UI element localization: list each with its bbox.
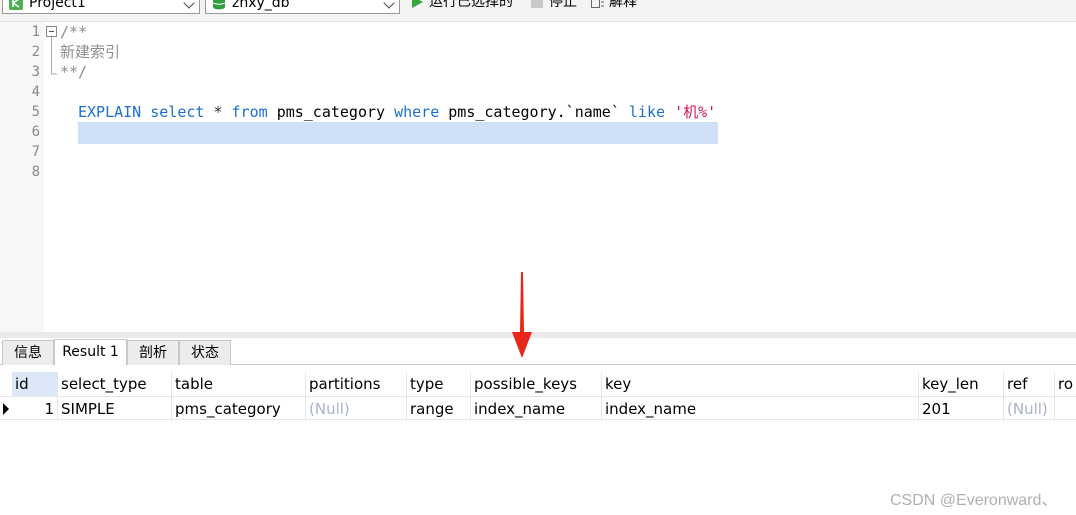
current-row-indicator-icon xyxy=(3,403,9,415)
keyword-like: like xyxy=(628,103,666,121)
stop-icon xyxy=(531,0,543,8)
cell-id[interactable]: 1 xyxy=(12,397,57,421)
column-header[interactable]: possible_keys xyxy=(470,372,601,396)
column-header[interactable]: table xyxy=(171,372,305,396)
cell-ref[interactable]: (Null) xyxy=(1003,397,1054,421)
play-icon xyxy=(412,0,423,8)
sql-editor[interactable]: 1 2 3 4 5 6 7 8 /** 新建索引 **/ EXPLAIN sel… xyxy=(0,22,1076,332)
comment-close: **/ xyxy=(60,63,88,81)
line-number: 4 xyxy=(31,84,40,100)
result-tabs: 信息 Result 1 剖析 状态 xyxy=(0,338,1076,365)
connection-select[interactable]: Project1 xyxy=(2,0,200,14)
connection-name: Project1 xyxy=(29,0,86,11)
fold-toggle-icon[interactable] xyxy=(46,26,58,80)
line-number: 3 xyxy=(31,64,40,80)
grid-header-row: id select_type table partitions type pos… xyxy=(0,372,1076,396)
toolbar: Project1 znxy_db 运行已选择的 停止 解释 xyxy=(0,0,1076,22)
run-selected-button[interactable]: 运行已选择的 xyxy=(411,0,523,11)
line-number: 2 xyxy=(31,44,40,60)
tab-info[interactable]: 信息 xyxy=(2,340,54,365)
comment-open: /** xyxy=(60,23,88,41)
string-literal: '机%' xyxy=(674,103,717,121)
cell-possible-keys[interactable]: index_name xyxy=(470,397,601,421)
sql-query-line: EXPLAIN select * from pms_category where… xyxy=(78,102,716,122)
column-header[interactable]: id xyxy=(12,372,57,396)
explain-icon xyxy=(591,0,604,8)
chevron-down-icon xyxy=(183,0,195,9)
column-header[interactable]: select_type xyxy=(57,372,171,396)
tab-status[interactable]: 状态 xyxy=(179,340,231,365)
select-star: * xyxy=(213,103,223,121)
database-select[interactable]: znxy_db xyxy=(205,0,400,14)
stop-button[interactable]: 停止 xyxy=(531,0,583,11)
annotation-arrow-icon xyxy=(512,272,532,358)
column-ref: pms_category.`name` xyxy=(448,103,620,121)
text-selection xyxy=(78,122,718,144)
cell-rows[interactable] xyxy=(1054,397,1076,421)
table-name: pms_category xyxy=(276,103,386,121)
watermark: CSDN @Everonward、 xyxy=(890,492,1058,509)
run-selected-label: 运行已选择的 xyxy=(429,0,513,10)
cell-key[interactable]: index_name xyxy=(601,397,918,421)
cell-table[interactable]: pms_category xyxy=(171,397,305,421)
cell-key-len[interactable]: 201 xyxy=(918,397,1003,421)
table-row[interactable]: 1 SIMPLE pms_category (Null) range index… xyxy=(0,396,1076,421)
keyword-explain: EXPLAIN xyxy=(78,103,142,121)
line-number: 6 xyxy=(31,124,40,140)
comment-text: 新建索引 xyxy=(60,43,121,61)
connection-icon xyxy=(9,0,23,10)
cell-partitions[interactable]: (Null) xyxy=(305,397,406,421)
keyword-select: select xyxy=(150,103,205,121)
line-number-gutter: 1 2 3 4 5 6 7 8 xyxy=(0,22,44,332)
keyword-from: from xyxy=(231,103,268,121)
database-icon xyxy=(212,0,226,10)
cell-select-type[interactable]: SIMPLE xyxy=(57,397,171,421)
explain-button[interactable]: 解释 xyxy=(591,0,643,11)
column-header[interactable]: ro xyxy=(1054,372,1076,396)
line-number: 7 xyxy=(31,144,40,160)
tab-result-1[interactable]: Result 1 xyxy=(54,339,127,365)
database-name: znxy_db xyxy=(232,0,290,11)
tab-profile[interactable]: 剖析 xyxy=(127,340,179,365)
chevron-down-icon xyxy=(383,0,395,9)
column-header[interactable]: key xyxy=(601,372,918,396)
line-number: 5 xyxy=(31,104,40,120)
column-header[interactable]: type xyxy=(406,372,470,396)
stop-label: 停止 xyxy=(549,0,577,10)
cell-type[interactable]: range xyxy=(406,397,470,421)
line-number: 8 xyxy=(31,164,40,180)
line-number: 1 xyxy=(31,24,40,40)
keyword-where: where xyxy=(394,103,440,121)
column-header[interactable]: key_len xyxy=(918,372,1003,396)
column-header[interactable]: partitions xyxy=(305,372,406,396)
column-header[interactable]: ref xyxy=(1003,372,1054,396)
explain-label: 解释 xyxy=(609,0,637,10)
